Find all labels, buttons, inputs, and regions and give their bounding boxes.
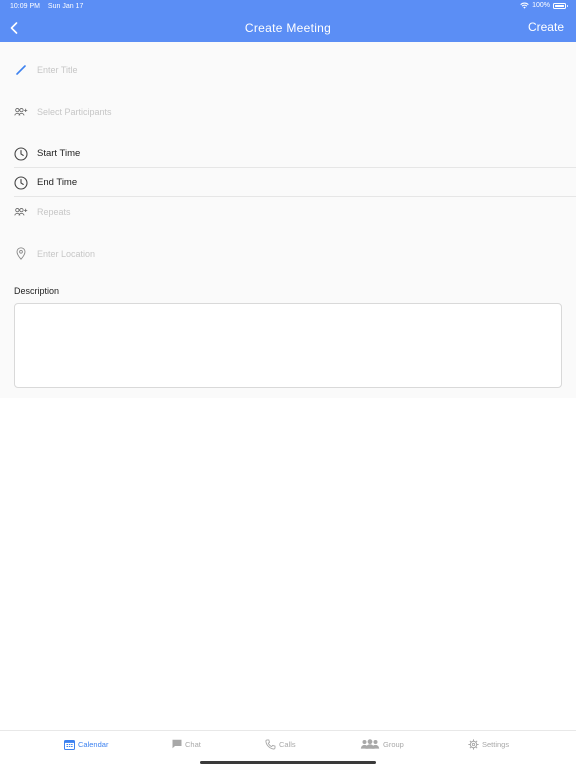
add-participants-icon: [14, 105, 28, 119]
tab-settings-label: Settings: [482, 740, 510, 749]
start-time-label: Start Time: [37, 148, 81, 159]
tab-calendar-label: Calendar: [78, 740, 109, 749]
description-textarea[interactable]: [14, 303, 562, 388]
repeats-field[interactable]: Repeats: [0, 197, 576, 226]
battery-icon: [553, 2, 568, 9]
tab-bar: Calendar Chat Calls Group Settings: [0, 730, 576, 768]
location-pin-icon: [14, 247, 28, 261]
calendar-icon: [64, 740, 75, 750]
phone-icon: [265, 739, 276, 750]
tab-settings[interactable]: Settings: [468, 739, 509, 750]
title-placeholder: Enter Title: [37, 64, 78, 75]
location-field[interactable]: Enter Location: [0, 239, 576, 268]
meeting-form: Enter Title Select Participants Start Ti…: [0, 42, 576, 398]
tab-group[interactable]: Group: [360, 739, 404, 749]
status-date: Sun Jan 17: [47, 3, 84, 10]
create-button[interactable]: Create: [528, 20, 564, 34]
clock-icon: [14, 175, 28, 190]
repeats-people-icon: [14, 205, 28, 219]
wifi-icon: [520, 2, 529, 9]
start-time-field[interactable]: Start Time: [0, 139, 576, 168]
end-time-label: End Time: [37, 177, 78, 188]
chat-icon: [172, 739, 182, 749]
tab-calls-label: Calls: [279, 740, 296, 749]
tab-chat[interactable]: Chat: [172, 739, 201, 749]
status-bar: 10:09 PM Sun Jan 17 100%: [0, 0, 576, 14]
participants-placeholder: Select Participants: [37, 106, 112, 117]
location-placeholder: Enter Location: [37, 248, 96, 259]
status-left: 10:09 PM Sun Jan 17: [10, 3, 83, 10]
participants-field[interactable]: Select Participants: [0, 97, 576, 126]
description-label: Description: [14, 286, 60, 296]
tab-chat-label: Chat: [185, 739, 201, 749]
end-time-field[interactable]: End Time: [0, 168, 576, 197]
page-title: Create Meeting: [244, 21, 332, 35]
pencil-icon: [14, 63, 28, 77]
tab-group-label: Group: [383, 739, 404, 749]
title-field[interactable]: Enter Title: [0, 55, 576, 84]
group-icon: [360, 739, 380, 749]
header: 10:09 PM Sun Jan 17 100% Create Meeting: [0, 0, 576, 42]
tab-calendar[interactable]: Calendar: [64, 739, 108, 750]
home-indicator: [200, 761, 376, 764]
status-right: 100%: [520, 2, 568, 9]
nav-bar: Create Meeting Create: [0, 14, 576, 42]
gear-icon: [468, 739, 479, 750]
status-time: 10:09 PM: [10, 3, 40, 10]
clock-icon: [14, 146, 28, 161]
battery-percent: 100%: [532, 2, 550, 9]
create-meeting-screen: 10:09 PM Sun Jan 17 100% Create Meeting: [0, 0, 576, 768]
repeats-placeholder: Repeats: [37, 206, 71, 217]
tab-calls[interactable]: Calls: [265, 739, 296, 750]
